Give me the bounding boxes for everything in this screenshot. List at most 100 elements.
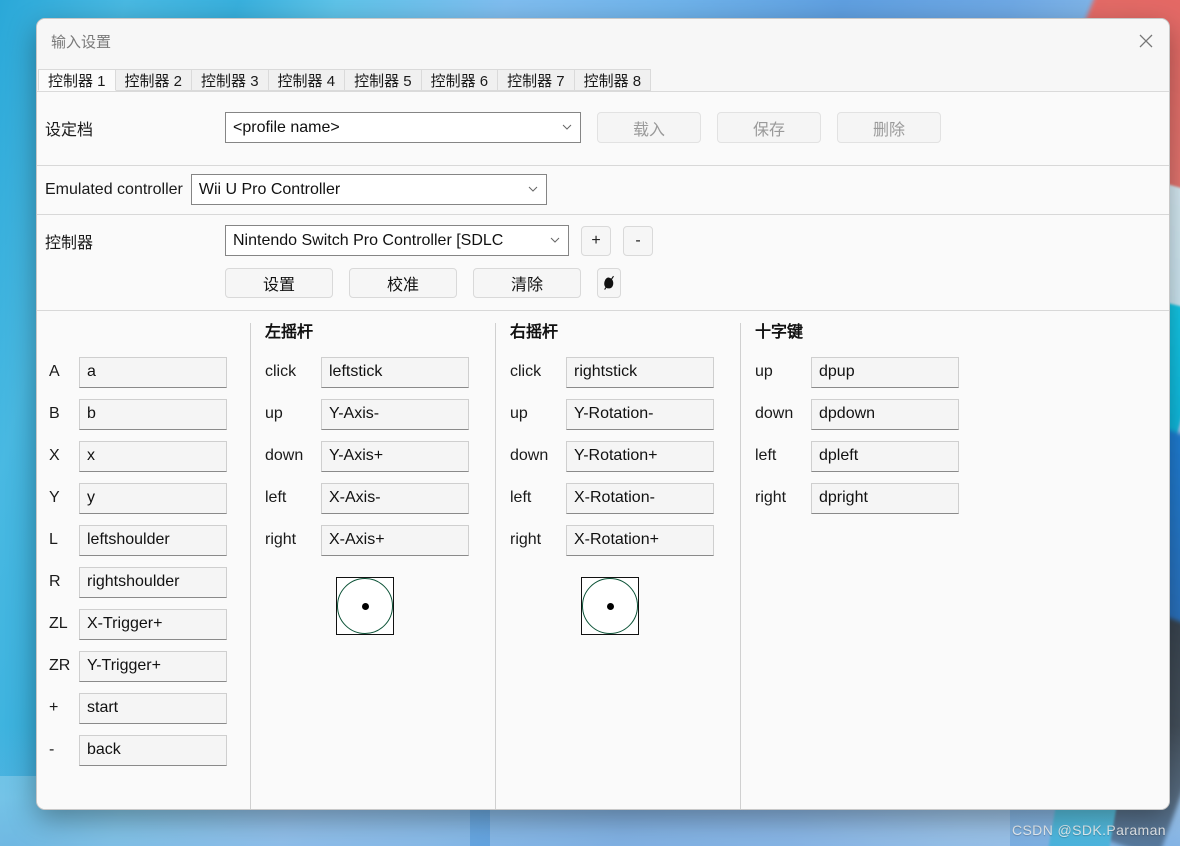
watermark: CSDN @SDK.Paraman — [1011, 822, 1166, 838]
map-input-rightstick-click[interactable]: rightstick — [566, 356, 714, 388]
map-row: down Y-Axis+ — [265, 435, 495, 477]
profile-save-button[interactable]: 保存 — [717, 112, 821, 143]
map-key: up — [755, 363, 773, 380]
desktop-background: CSDN @SDK.Paraman 输入设置 控制器 1 控制器 2 控制器 3… — [0, 0, 1180, 846]
map-row: R rightshoulder — [45, 561, 250, 603]
map-key: B — [49, 405, 60, 422]
controller-calibrate-button[interactable]: 校准 — [349, 268, 457, 298]
tab-label: 控制器 3 — [201, 73, 259, 90]
close-button[interactable] — [1123, 19, 1169, 63]
tab-controller-4[interactable]: 控制器 4 — [267, 69, 346, 91]
map-input-leftstick-click[interactable]: leftstick — [321, 356, 469, 388]
emulated-controller-value: Wii U Pro Controller — [198, 180, 341, 198]
map-input-dpad-down[interactable]: dpdown — [811, 398, 959, 430]
map-row: up dpup — [755, 351, 995, 393]
map-row: right X-Axis+ — [265, 519, 495, 561]
map-key: R — [49, 573, 61, 590]
map-row: L leftshoulder — [45, 519, 250, 561]
tab-label: 控制器 6 — [430, 73, 489, 90]
map-row: click rightstick — [510, 351, 740, 393]
map-input-a[interactable]: a — [79, 356, 227, 388]
remove-controller-button[interactable]: - — [623, 225, 653, 256]
map-row: left X-Rotation- — [510, 477, 740, 519]
tab-controller-3[interactable]: 控制器 3 — [191, 69, 269, 91]
tab-controller-2[interactable]: 控制器 2 — [114, 69, 193, 91]
map-input-rightstick-up[interactable]: Y-Rotation- — [566, 398, 714, 430]
controller-label: 控制器 — [45, 234, 94, 252]
map-input-leftstick-right[interactable]: X-Axis+ — [321, 524, 469, 556]
map-row: + start — [45, 687, 250, 729]
stick-position-dot — [606, 602, 614, 610]
close-icon — [1139, 34, 1153, 48]
profile-delete-button[interactable]: 删除 — [837, 112, 941, 143]
tab-controller-1[interactable]: 控制器 1 — [38, 69, 116, 91]
buttons-column-header-spacer — [45, 323, 250, 351]
buttons-column: A a B b X x Y y L leftshoulder R rightsh… — [37, 323, 250, 809]
map-input-rightstick-down[interactable]: Y-Rotation+ — [566, 440, 714, 472]
map-key: L — [49, 531, 58, 548]
tab-controller-6[interactable]: 控制器 6 — [420, 69, 499, 91]
map-row: - back — [45, 729, 250, 771]
map-input-dpad-right[interactable]: dpright — [811, 482, 959, 514]
map-input-zl[interactable]: X-Trigger+ — [79, 608, 227, 640]
left-stick-header: 左摇杆 — [265, 324, 314, 341]
tab-controller-5[interactable]: 控制器 5 — [344, 69, 422, 91]
map-row: ZL X-Trigger+ — [45, 603, 250, 645]
map-input-b[interactable]: b — [79, 398, 227, 430]
profile-load-button[interactable]: 载入 — [597, 112, 701, 143]
map-input-dpad-left[interactable]: dpleft — [811, 440, 959, 472]
map-input-leftstick-left[interactable]: X-Axis- — [321, 482, 469, 514]
map-input-rightstick-right[interactable]: X-Rotation+ — [566, 524, 714, 556]
map-input-minus[interactable]: back — [79, 734, 227, 766]
map-row: left X-Axis- — [265, 477, 495, 519]
map-key: down — [510, 447, 549, 464]
map-key: right — [265, 531, 297, 548]
map-input-dpad-up[interactable]: dpup — [811, 356, 959, 388]
tab-label: 控制器 5 — [354, 73, 412, 90]
map-row: Y y — [45, 477, 250, 519]
map-row: click leftstick — [265, 351, 495, 393]
title-bar: 输入设置 — [37, 19, 1169, 63]
controller-device-value: Nintendo Switch Pro Controller [SDLC — [233, 231, 504, 249]
add-controller-button[interactable]: + — [581, 225, 611, 256]
map-key: left — [510, 489, 532, 506]
right-stick-column: 右摇杆 click rightstick up Y-Rotation- down… — [495, 323, 740, 809]
map-row: down Y-Rotation+ — [510, 435, 740, 477]
tab-label: 控制器 7 — [507, 73, 565, 90]
left-stick-visualizer — [336, 577, 394, 635]
chevron-down-icon — [528, 186, 538, 192]
map-row: up Y-Axis- — [265, 393, 495, 435]
tab-controller-7[interactable]: 控制器 7 — [497, 69, 575, 91]
controller-clear-button[interactable]: 清除 — [473, 268, 581, 298]
map-key: + — [49, 699, 59, 716]
profile-combobox[interactable]: <profile name> — [225, 112, 581, 143]
right-stick-visualizer-wrap — [510, 561, 740, 635]
controller-pen-button[interactable] — [597, 268, 621, 298]
map-row: A a — [45, 351, 250, 393]
map-input-x[interactable]: x — [79, 440, 227, 472]
map-input-zr[interactable]: Y-Trigger+ — [79, 650, 227, 682]
emulated-controller-combobox[interactable]: Wii U Pro Controller — [190, 174, 547, 205]
map-key: A — [49, 363, 60, 380]
tab-controller-8[interactable]: 控制器 8 — [573, 69, 652, 91]
controller-settings-button[interactable]: 设置 — [225, 268, 333, 298]
window-title: 输入设置 — [51, 33, 112, 51]
map-input-plus[interactable]: start — [79, 692, 227, 724]
left-stick-visualizer-wrap — [265, 561, 495, 635]
tab-label: 控制器 2 — [124, 73, 183, 90]
map-input-rightstick-left[interactable]: X-Rotation- — [566, 482, 714, 514]
map-input-leftstick-down[interactable]: Y-Axis+ — [321, 440, 469, 472]
map-input-y[interactable]: y — [79, 482, 227, 514]
map-input-l[interactable]: leftshoulder — [79, 524, 227, 556]
dpad-header: 十字键 — [755, 324, 804, 341]
map-input-r[interactable]: rightshoulder — [79, 566, 227, 598]
map-input-leftstick-up[interactable]: Y-Axis- — [321, 398, 469, 430]
map-row: left dpleft — [755, 435, 995, 477]
controller-device-combobox[interactable]: Nintendo Switch Pro Controller [SDLC — [225, 225, 569, 256]
map-row: B b — [45, 393, 250, 435]
dpad-column: 十字键 up dpup down dpdown left dpleft righ… — [740, 323, 995, 809]
controller-tabs: 控制器 1 控制器 2 控制器 3 控制器 4 控制器 5 控制器 6 控制器 … — [37, 63, 1169, 92]
profile-value: <profile name> — [233, 118, 340, 136]
profile-section: 设定档 <profile name> 载入 保存 删除 — [37, 92, 1169, 166]
map-key: up — [265, 405, 283, 422]
